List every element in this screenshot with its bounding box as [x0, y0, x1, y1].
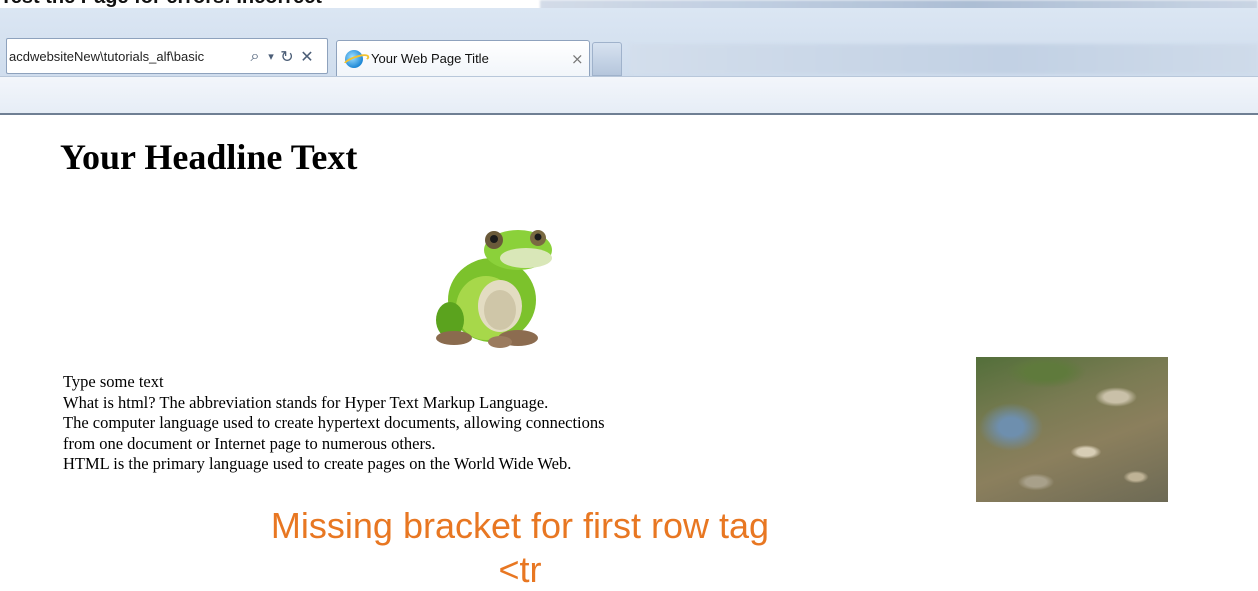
tab-active[interactable]: Your Web Page Title ×: [336, 40, 590, 76]
address-text[interactable]: acdwebsiteNew\tutorials_alf\basic: [7, 49, 245, 64]
paragraph-line: The computer language used to create hyp…: [63, 413, 605, 432]
dropdown-icon[interactable]: ▾: [265, 50, 277, 63]
tab-close-icon[interactable]: ×: [571, 50, 584, 68]
stop-icon[interactable]: ✕: [297, 47, 317, 66]
tab-title: Your Web Page Title: [371, 51, 489, 66]
refresh-icon[interactable]: ↻: [277, 47, 297, 66]
ie-icon: [345, 49, 363, 68]
paragraph-line: What is html? The abbreviation stands fo…: [63, 392, 549, 412]
pond-image: [976, 357, 1168, 502]
command-bar: [0, 76, 1258, 115]
annotation-text: Missing bracket for first row tag: [270, 505, 770, 546]
page-headline: Your Headline Text: [60, 137, 358, 177]
caption-text: Test the Page for errors: Incorrect: [0, 0, 322, 8]
paragraph-line: from one document or Internet page to nu…: [63, 433, 436, 453]
blurred-toolbar-right: [630, 44, 1258, 74]
paragraph-line: HTML is the primary language used to cre…: [63, 454, 572, 473]
search-icon[interactable]: ⌕: [245, 46, 265, 66]
new-tab-button[interactable]: [592, 42, 622, 76]
address-bar[interactable]: acdwebsiteNew\tutorials_alf\basic ⌕ ▾ ↻ …: [6, 38, 328, 74]
paragraph: Type some text What is html? The abbrevi…: [63, 372, 763, 475]
frog-image: [436, 230, 552, 348]
paragraph-line: Type some text: [63, 372, 164, 391]
